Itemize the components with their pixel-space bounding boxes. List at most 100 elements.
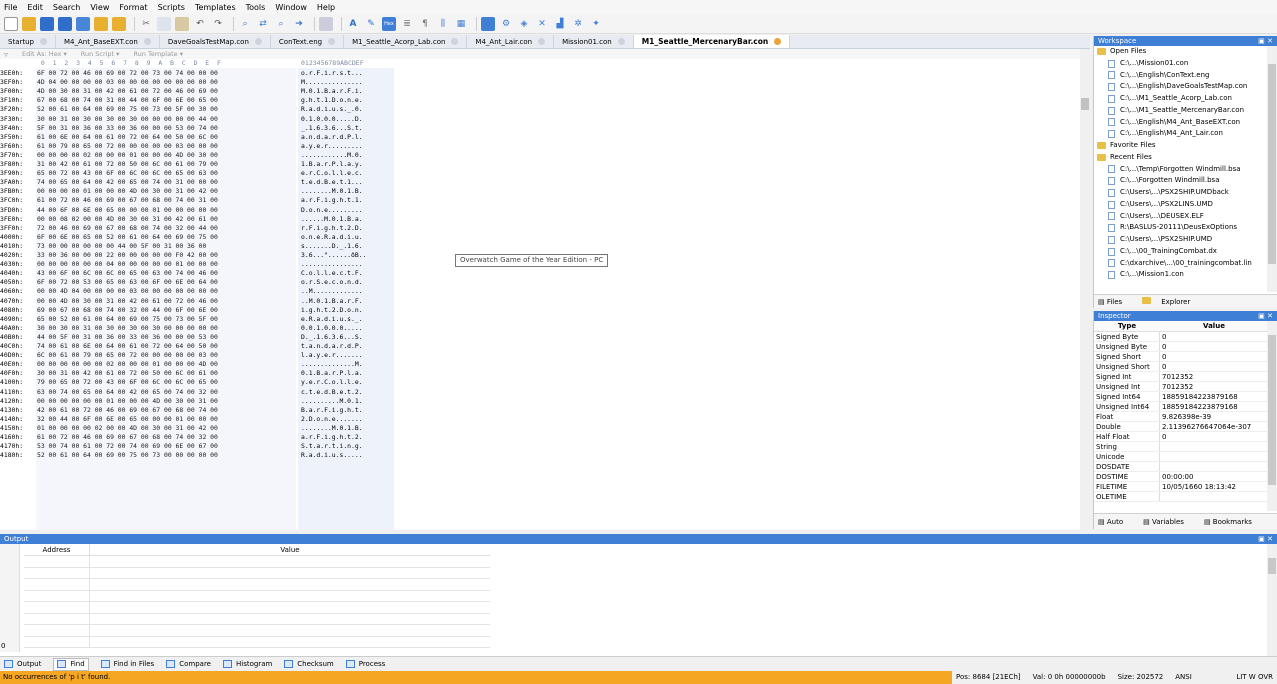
tab-bookmarks[interactable]: ▤ Bookmarks: [1204, 518, 1262, 526]
row-hex-bytes[interactable]: 00 00 00 00 02 00 00 00 01 00 00 00 4D 0…: [37, 151, 218, 160]
file-tab[interactable]: M4_Ant_BaseEXT.con: [56, 35, 160, 48]
row-hex-bytes[interactable]: 52 00 61 00 64 00 69 00 75 00 73 00 5F 0…: [37, 105, 218, 114]
pin-close-icon[interactable]: ▣ ✕: [1258, 311, 1273, 321]
workspace-folder[interactable]: Recent Files: [1094, 152, 1268, 164]
row-hex-bytes[interactable]: 00 00 4D 04 00 00 00 00 03 00 00 00 00 0…: [37, 287, 218, 296]
workspace-file[interactable]: C:\...\Forgotten Windmill.bsa: [1094, 175, 1268, 187]
hex-row[interactable]: 3FB0h: 00 00 00 00 01 00 00 00 4D 00 30 0…: [0, 187, 400, 196]
row-ascii[interactable]: a.r.F.i.g.h.t.2.: [301, 433, 363, 442]
expand-icon[interactable]: ▿: [4, 50, 8, 59]
row-ascii[interactable]: ........M.0.1.B.: [301, 424, 363, 433]
output-row[interactable]: [24, 625, 490, 637]
calculator-icon[interactable]: [481, 16, 495, 31]
inspector-value[interactable]: 7012352: [1160, 372, 1268, 381]
inspector-row[interactable]: DOSDATE: [1094, 462, 1268, 472]
row-hex-bytes[interactable]: 43 00 6F 00 6C 00 6C 00 65 00 63 00 74 0…: [37, 269, 218, 278]
redo-icon[interactable]: ↷: [211, 17, 225, 31]
row-ascii[interactable]: l.a.y.e.r.......: [301, 351, 363, 360]
hex-row[interactable]: 4120h: 00 00 00 00 00 00 01 00 00 00 4D 0…: [0, 397, 400, 406]
row-ascii[interactable]: C.o.l.l.e.c.t.F.: [301, 269, 363, 278]
hex-row[interactable]: 4140h: 32 00 44 00 6F 00 6E 00 65 00 00 0…: [0, 415, 400, 424]
tab-compare[interactable]: Compare: [166, 660, 211, 668]
open-folder-icon[interactable]: [22, 16, 36, 31]
workspace-icon[interactable]: [112, 16, 126, 31]
hex-row[interactable]: 3FC0h: 61 00 72 00 46 00 69 00 67 00 68 0…: [0, 196, 400, 205]
workspace-file[interactable]: R:\BASLUS-20111\DeusExOptions: [1094, 222, 1268, 234]
file-tab[interactable]: ConText.eng: [271, 35, 345, 48]
row-hex-bytes[interactable]: 00 00 00 00 00 00 02 00 00 00 01 00 00 0…: [37, 360, 218, 369]
hex-row[interactable]: 3F80h: 31 00 42 00 61 00 72 00 50 00 6C 0…: [0, 160, 400, 169]
menu-file[interactable]: File: [4, 3, 17, 12]
hex-row[interactable]: 3F70h: 00 00 00 00 02 00 00 00 01 00 00 0…: [0, 151, 400, 160]
inspector-row[interactable]: Unsigned Byte 0: [1094, 342, 1268, 352]
row-ascii[interactable]: ..........M.0.1.: [301, 397, 363, 406]
inspector-row[interactable]: Float 9.826398e-39: [1094, 412, 1268, 422]
inspector-row[interactable]: Unsigned Short 0: [1094, 362, 1268, 372]
output-row[interactable]: [24, 579, 490, 591]
tab-close-icon[interactable]: [451, 38, 459, 45]
workspace-file[interactable]: C:\Users\...\DEUSEX.ELF: [1094, 211, 1268, 223]
hex-row[interactable]: 40A0h: 30 00 30 00 31 00 30 00 30 00 30 0…: [0, 324, 400, 333]
workspace-folder[interactable]: Open Files: [1094, 46, 1268, 58]
row-hex-bytes[interactable]: 30 00 31 00 30 00 30 00 30 00 00 00 00 0…: [37, 115, 218, 124]
save-as-icon[interactable]: [76, 16, 90, 31]
hex-row[interactable]: 3F90h: 65 00 72 00 43 00 6F 00 6C 00 6C 0…: [0, 169, 400, 178]
row-ascii[interactable]: r.F.i.g.h.t.2.D.: [301, 224, 363, 233]
row-ascii[interactable]: s.......D._.1.6.: [301, 242, 363, 251]
hex-mode-icon[interactable]: Hex: [382, 16, 396, 31]
tab-close-icon[interactable]: [328, 38, 336, 45]
save-icon[interactable]: [40, 16, 54, 31]
hex-row[interactable]: 3F50h: 61 00 6E 00 64 00 61 00 72 00 64 0…: [0, 133, 400, 142]
row-hex-bytes[interactable]: 61 00 72 00 46 00 69 00 67 00 68 00 74 0…: [37, 433, 218, 442]
hex-row[interactable]: 4040h: 43 00 6F 00 6C 00 6C 00 65 00 63 0…: [0, 269, 400, 278]
row-hex-bytes[interactable]: 52 00 61 00 64 00 69 00 75 00 73 00 00 0…: [37, 451, 218, 460]
workspace-file[interactable]: C:\...\Mission01.con: [1094, 58, 1268, 70]
row-ascii[interactable]: y.e.r.C.o.l.l.e.: [301, 378, 363, 387]
inspector-row[interactable]: Signed Short 0: [1094, 352, 1268, 362]
row-ascii[interactable]: ..............M.: [301, 360, 363, 369]
workspace-file[interactable]: C:\...\English\DaveGoalsTestMap.con: [1094, 81, 1268, 93]
hex-row[interactable]: 40B0h: 44 00 5F 00 31 00 36 00 33 00 36 0…: [0, 333, 400, 342]
row-ascii[interactable]: i.g.h.t.2.D.o.n.: [301, 306, 363, 315]
inspector-row[interactable]: FILETIME 10/05/1660 18:13:42: [1094, 482, 1268, 492]
editor-scrollbar-thumb[interactable]: [1081, 98, 1089, 110]
workspace-file[interactable]: C:\Users\...\PSX2SHIP.UMDback: [1094, 187, 1268, 199]
hex-row[interactable]: 3FE0h: 00 00 08 02 00 00 4D 00 30 00 31 0…: [0, 215, 400, 224]
row-hex-bytes[interactable]: 30 00 31 00 42 00 61 00 72 00 50 00 6C 0…: [37, 369, 218, 378]
row-hex-bytes[interactable]: 00 00 4D 00 30 00 31 00 42 00 61 00 72 0…: [37, 297, 218, 306]
new-file-icon[interactable]: [4, 16, 18, 31]
output-row[interactable]: [24, 556, 490, 568]
row-ascii[interactable]: _.1.6.3.6...S.t.: [301, 124, 363, 133]
row-hex-bytes[interactable]: 6F 00 72 00 53 00 65 00 63 00 6F 00 6E 0…: [37, 278, 218, 287]
row-ascii[interactable]: D._.1.6.3.6...S.: [301, 333, 363, 342]
workspace-folder[interactable]: Favorite Files: [1094, 140, 1268, 152]
hex-row[interactable]: 40D0h: 6C 00 61 00 79 00 65 00 72 00 00 0…: [0, 351, 400, 360]
inspector-value[interactable]: [1160, 462, 1268, 471]
inspector-value[interactable]: 9.826398e-39: [1160, 412, 1268, 421]
output-row[interactable]: [24, 567, 490, 579]
row-hex-bytes[interactable]: 44 00 5F 00 31 00 36 00 33 00 36 00 00 0…: [37, 333, 218, 342]
row-hex-bytes[interactable]: 6C 00 61 00 79 00 65 00 72 00 00 00 00 0…: [37, 351, 218, 360]
row-ascii[interactable]: 2.D.o.n.e.......: [301, 415, 363, 424]
inspector-value[interactable]: 0: [1160, 362, 1268, 371]
inspector-value[interactable]: 2.11396276647064e-307: [1160, 422, 1268, 431]
tab-close-icon[interactable]: [39, 38, 47, 45]
workspace-file[interactable]: C:\...\English\M4_Ant_BaseEXT.con: [1094, 117, 1268, 129]
menu-search[interactable]: Search: [53, 3, 80, 12]
row-hex-bytes[interactable]: 61 00 72 00 46 00 69 00 67 00 68 00 74 0…: [37, 196, 218, 205]
row-ascii[interactable]: a.y.e.r.........: [301, 142, 363, 151]
hex-row[interactable]: 3FD0h: 44 00 6F 00 6E 00 65 00 00 00 01 0…: [0, 206, 400, 215]
output-scrollbar-thumb[interactable]: [1268, 558, 1276, 574]
inspector-row[interactable]: Signed Int 7012352: [1094, 372, 1268, 382]
hex-row[interactable]: 4180h: 52 00 61 00 64 00 69 00 75 00 73 0…: [0, 451, 400, 460]
menu-view[interactable]: View: [90, 3, 109, 12]
workspace-file[interactable]: C:\...\Temp\Forgotten Windmill.bsa: [1094, 164, 1268, 176]
run-template-dropdown[interactable]: Run Template ▾: [133, 50, 183, 58]
row-hex-bytes[interactable]: 61 00 6E 00 64 00 61 00 72 00 64 00 50 0…: [37, 133, 218, 142]
workspace-file[interactable]: C:\...\M1_Seattle_MercenaryBar.con: [1094, 105, 1268, 117]
row-ascii[interactable]: a.r.F.i.g.h.t.1.: [301, 196, 363, 205]
replace-icon[interactable]: ⇄: [256, 17, 270, 31]
inspector-value[interactable]: 7012352: [1160, 382, 1268, 391]
status-modes[interactable]: LIT W OVR: [1236, 671, 1273, 684]
edit-as-dropdown[interactable]: Edit As: Hex ▾: [22, 50, 67, 58]
